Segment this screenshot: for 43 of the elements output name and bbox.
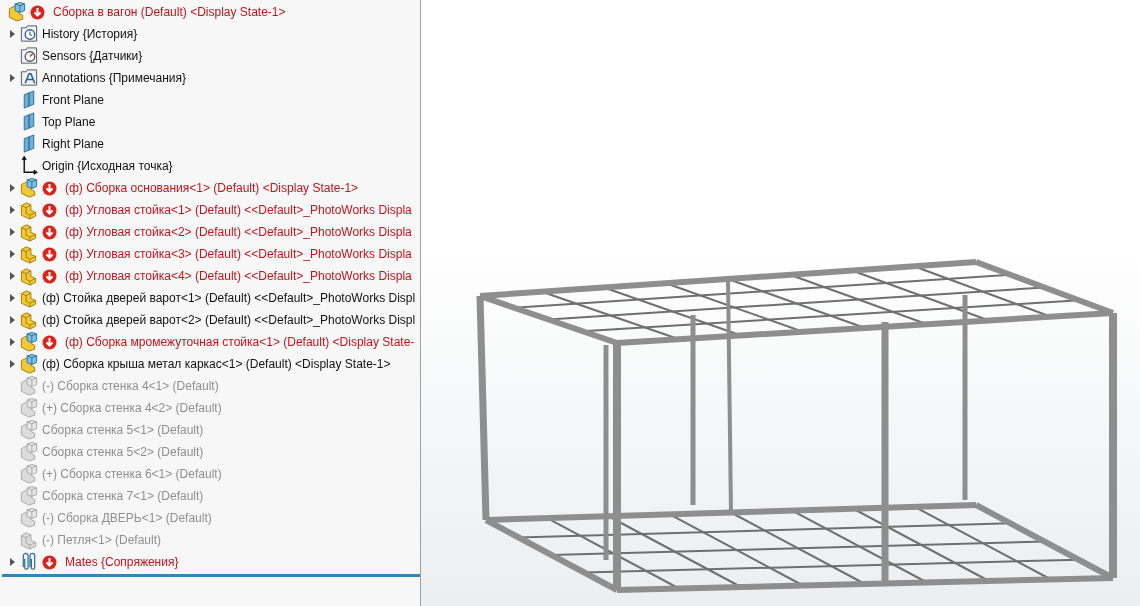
tree-item-label[interactable]: Right Plane — [42, 137, 105, 151]
expand-arrow-icon[interactable] — [9, 558, 15, 566]
tree-item-label[interactable]: (-) Сборка стенка 4<1> (Default) — [42, 379, 219, 393]
tree-item-label[interactable]: Mates {Сопряжения} — [65, 555, 179, 569]
tree-item-label[interactable]: (ф) Угловая стойка<1> (Default) <<Default>_PhotoWorks Displa — [65, 203, 412, 217]
tree-item-label[interactable]: (ф) Сборка крыша метал каркас<1> (Default) <Display State-1> — [42, 357, 391, 371]
tree-item-label[interactable]: Сборка в вагон (Default) <Display State-1> — [53, 5, 286, 19]
expand-arrow-icon[interactable] — [9, 338, 15, 346]
tree-item-label[interactable]: Сборка стенка 5<1> (Default) — [42, 423, 204, 437]
tree-item-label[interactable]: (-) Петля<1> (Default) — [42, 533, 161, 547]
tree-item-label[interactable]: (ф) Стойка дверей варот<2> (Default) <<Default>_PhotoWorks Displ — [42, 313, 416, 327]
expand-arrow-icon[interactable] — [9, 294, 15, 302]
tree-item-label[interactable]: Annotations {Примечания} — [42, 71, 186, 85]
tree-item-label[interactable]: Top Plane — [42, 115, 96, 129]
tree-item-label[interactable]: (-) Сборка ДВЕРЬ<1> (Default) — [42, 511, 212, 525]
tree-item-label[interactable]: (ф) Угловая стойка<3> (Default) <<Default>_PhotoWorks Displa — [65, 247, 412, 261]
expand-arrow-icon[interactable] — [9, 272, 15, 280]
tree-item-label[interactable]: (ф) Угловая стойка<4> (Default) <<Default>_PhotoWorks Displa — [65, 269, 412, 283]
tree-item-label[interactable]: Sensors {Датчики} — [42, 49, 143, 63]
paperclip-icon — [20, 552, 38, 572]
tree-item-label[interactable]: (ф) Сборка мромежуточная стойка<1> (Default) <Display State- — [65, 335, 415, 349]
tree-item-label[interactable]: History {История} — [42, 27, 138, 41]
expand-arrow-icon[interactable] — [9, 74, 15, 82]
tree-item-label[interactable]: (ф) Сборка основания<1> (Default) <Display State-1> — [65, 181, 359, 195]
tree-item-label[interactable]: (+) Сборка стенка 4<2> (Default) — [42, 401, 222, 415]
tree-item-label[interactable]: (ф) Угловая стойка<2> (Default) <<Default>_PhotoWorks Displa — [65, 225, 412, 239]
expand-arrow-icon[interactable] — [9, 360, 15, 368]
expand-arrow-icon[interactable] — [9, 184, 15, 192]
tree-item-label[interactable]: Origin {Исходная точка} — [42, 159, 173, 173]
tree-item-label[interactable]: Сборка стенка 5<2> (Default) — [42, 445, 204, 459]
tree-item-label[interactable]: Front Plane — [42, 93, 105, 107]
expand-arrow-icon[interactable] — [9, 30, 15, 38]
expand-arrow-icon[interactable] — [9, 228, 15, 236]
tree-item-label[interactable]: (ф) Стойка дверей варот<1> (Default) <<Default>_PhotoWorks Displ — [42, 291, 416, 305]
tree-item-label[interactable]: Сборка стенка 7<1> (Default) — [42, 489, 204, 503]
expand-arrow-icon[interactable] — [9, 250, 15, 258]
annotation-folder-icon — [20, 68, 38, 88]
expand-arrow-icon[interactable] — [9, 316, 15, 324]
tree-item-label[interactable]: (+) Сборка стенка 6<1> (Default) — [42, 467, 222, 481]
origin-axes-icon — [20, 156, 38, 176]
expand-arrow-icon[interactable] — [9, 206, 15, 214]
history-folder-icon — [20, 24, 38, 44]
sensor-folder-icon — [20, 46, 38, 66]
